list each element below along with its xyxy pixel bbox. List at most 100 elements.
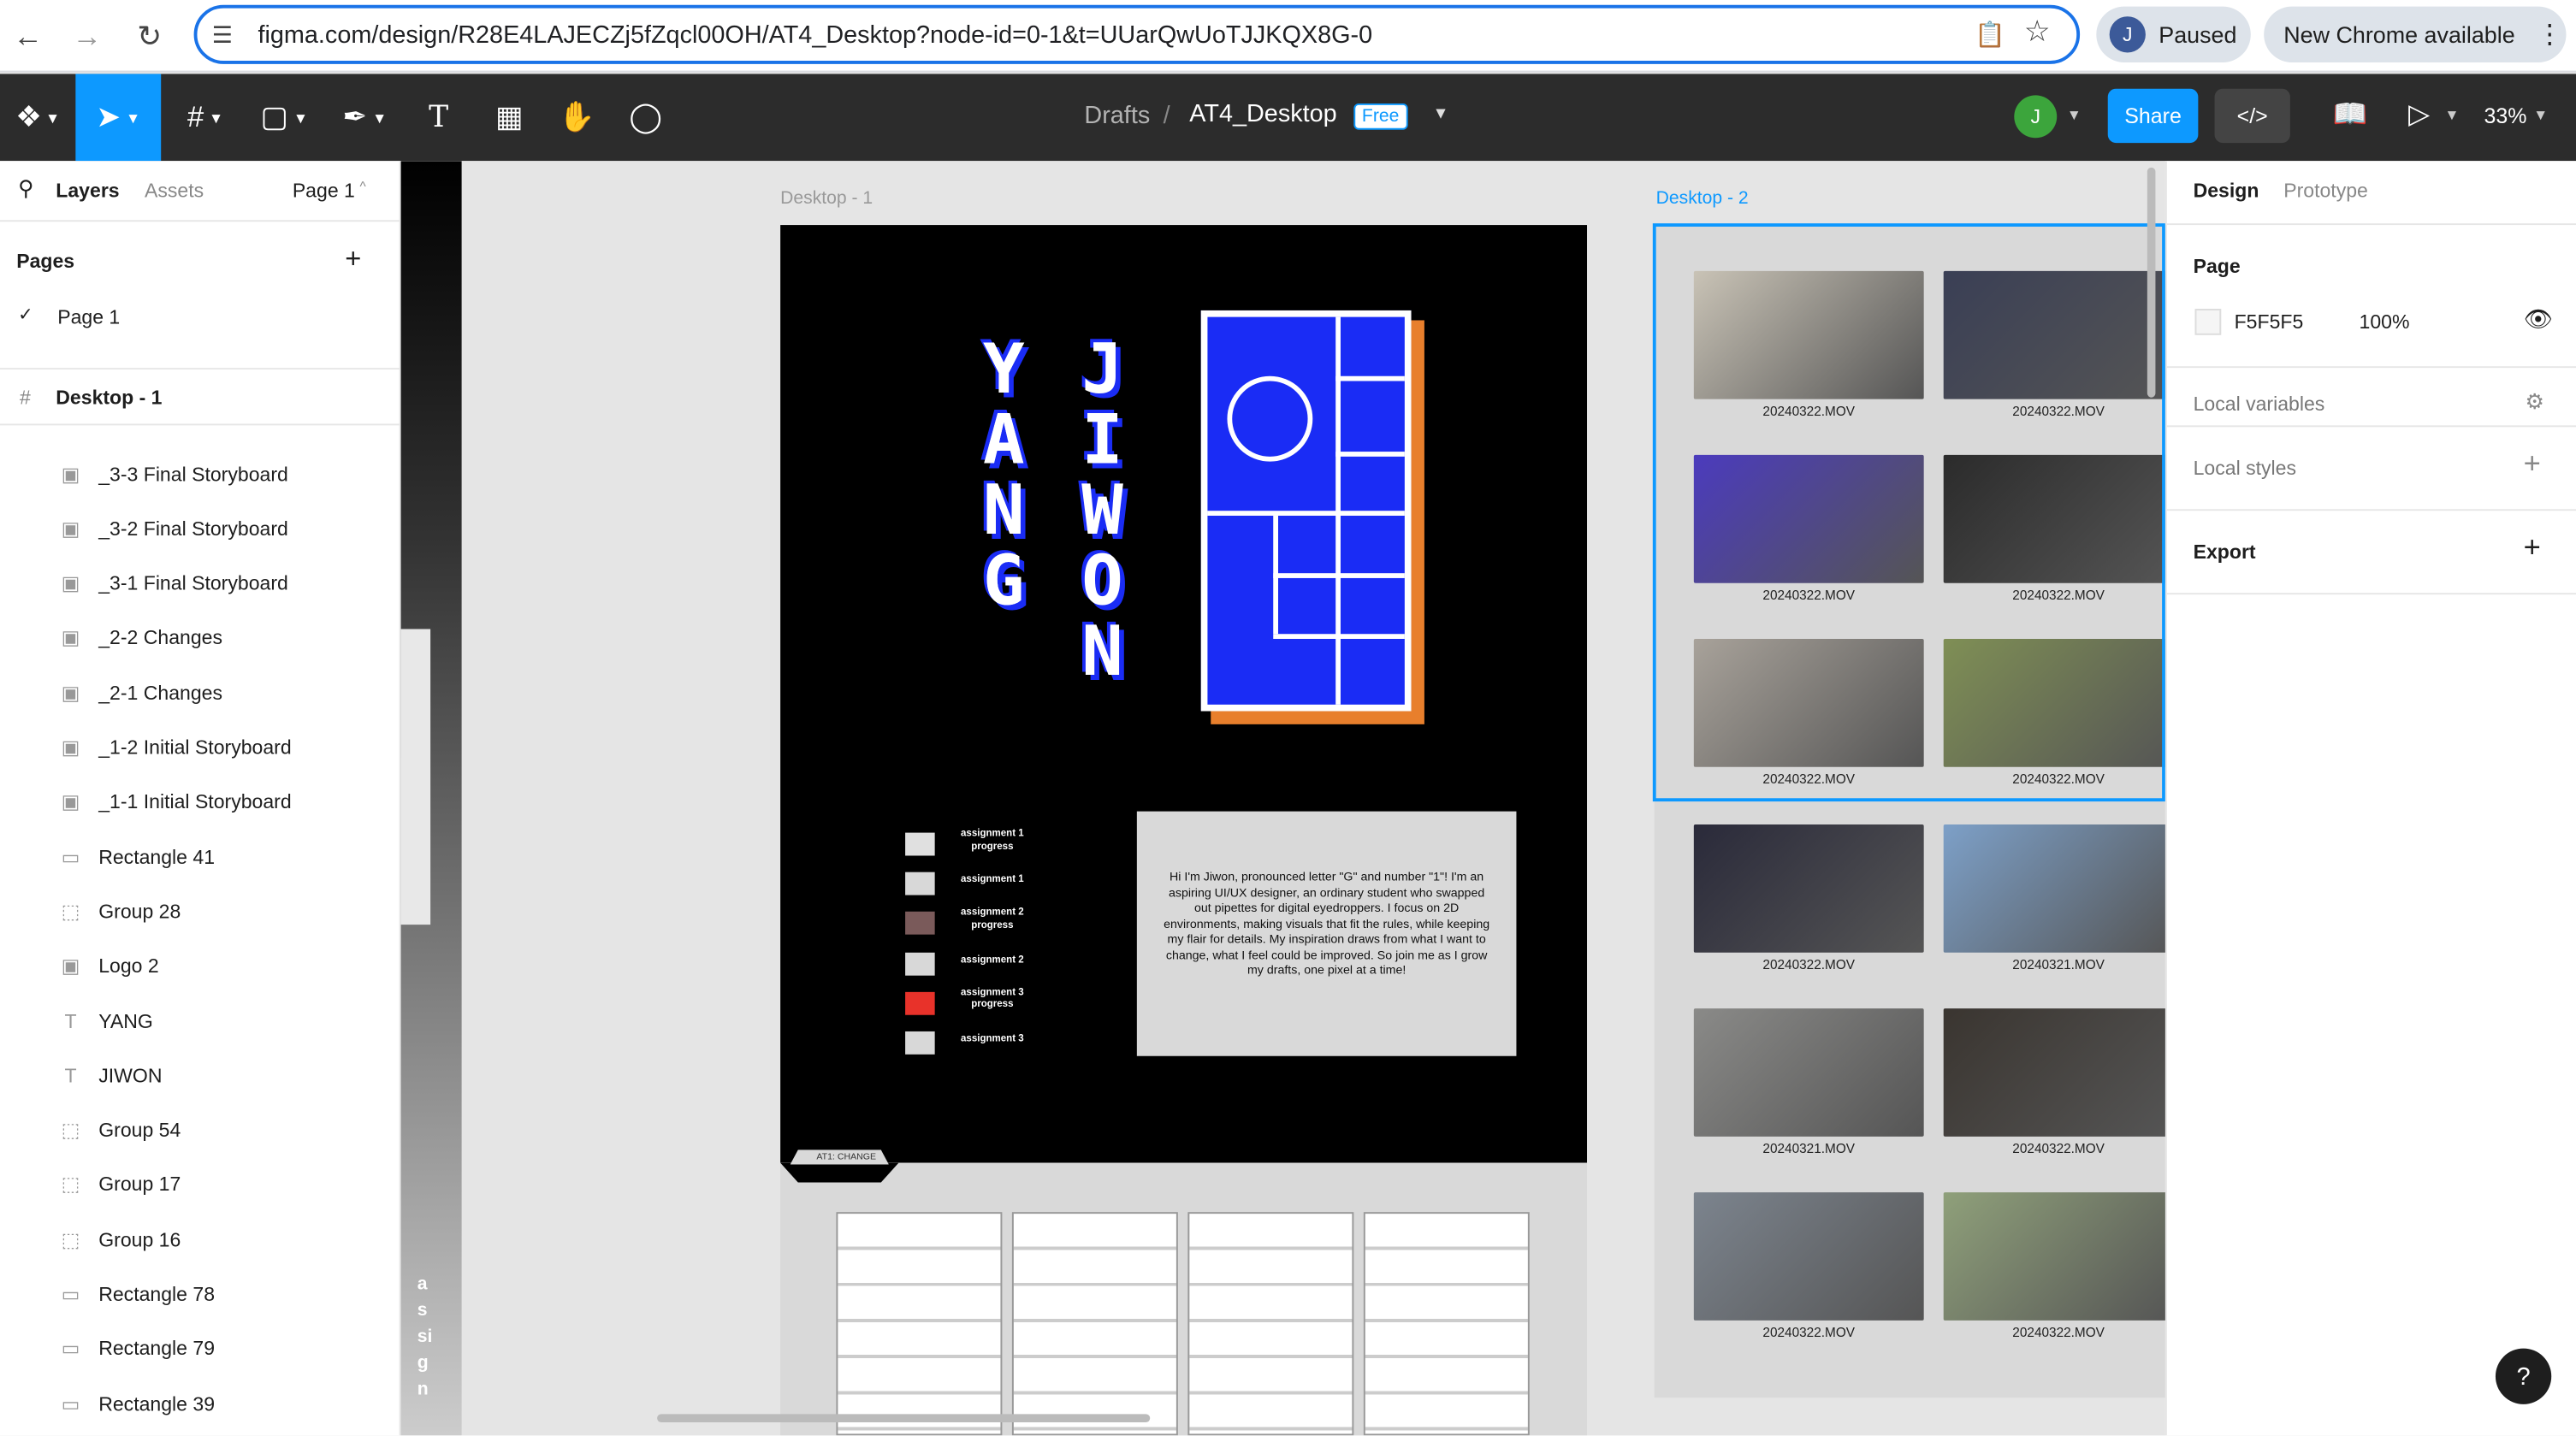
update-label: New Chrome available [2283,21,2515,48]
reload-icon[interactable]: ↻ [128,15,171,57]
tab-layers[interactable]: Layers [56,179,119,202]
layer-item[interactable]: ⬚ Group 28 [0,884,400,938]
page-color-swatch[interactable] [2194,309,2222,335]
shape-tool-icon[interactable]: ▢ ▼ [250,74,319,161]
layer-item[interactable]: ▭ Rectangle 39 [0,1376,400,1430]
frame-tool-icon[interactable]: # ▼ [171,74,240,161]
tab-label: AT1: CHANGE [816,1153,877,1163]
frame-layer-desktop-1[interactable]: Desktop - 1 [56,386,162,409]
layer-label: Group 28 [98,900,181,923]
layer-item[interactable]: ▭ Rectangle 78 [0,1268,400,1321]
video-caption: 20240321.MOV [2012,956,2105,972]
file-name[interactable]: AT4_Desktop [1189,100,1336,128]
page-color-value[interactable]: F5F5F5 [2235,310,2304,334]
layer-item[interactable]: T YANG [0,994,400,1048]
video-thumbnail[interactable] [1693,824,1924,952]
add-page-icon[interactable]: + [345,243,361,275]
breadcrumb-root[interactable]: Drafts [1084,102,1150,130]
figma-menu-icon[interactable]: ❖ ▼ [7,74,69,161]
zoom-level[interactable]: 33% [2484,103,2526,128]
address-bar[interactable]: ☰ figma.com/design/R28E4LAJECZj5fZqcl00O… [193,4,2081,64]
chrome-update-button[interactable]: New Chrome available ⋮ [2264,6,2567,62]
back-icon[interactable]: ← [7,15,50,57]
user-avatar[interactable]: J [2014,95,2058,139]
desktop-1-frame[interactable]: YANG JIWON assignment 1 progress assignme… [780,225,1588,1163]
page-section: Page F5F5F5 100% 👁 Local variables ⚙ [2166,225,2576,428]
rectangle-icon: ▭ [61,1392,80,1415]
page-selector[interactable]: Page 1 [293,179,355,202]
file-menu-chevron-icon[interactable]: ▼ [1433,105,1449,123]
layer-item[interactable]: ⬚ Group 17 [0,1158,400,1212]
page-chevron-icon[interactable]: ^ [360,179,366,193]
layer-item[interactable]: ▣ Logo 2 [0,939,400,993]
hand-tool-icon[interactable]: ✋ [552,74,601,161]
more-vert-icon[interactable]: ⋮ [2537,18,2563,50]
layer-item[interactable]: ▣ _1-2 Initial Storyboard [0,720,400,774]
image-icon: ▣ [61,462,80,486]
layer-label: _1-2 Initial Storyboard [98,736,292,759]
name-yang: YANG [982,328,1025,621]
add-style-icon[interactable]: + [2524,446,2541,481]
video-thumbnail[interactable] [1943,824,2165,952]
forward-icon[interactable]: → [66,15,109,57]
bookmark-star-icon[interactable]: ☆ [2024,15,2051,49]
help-button[interactable]: ? [2495,1348,2552,1404]
search-icon[interactable]: ⚲ [18,175,33,202]
present-icon[interactable]: ▷ [2408,98,2430,131]
tab-assets[interactable]: Assets [145,179,204,202]
layer-item[interactable]: ▣ _3-3 Final Storyboard [0,446,400,500]
layer-label: Logo 2 [98,954,159,978]
bio-text: Hi I'm Jiwon, pronounced letter "G" and … [1136,811,1517,1056]
visibility-eye-icon[interactable]: 👁 [2524,305,2553,334]
layer-item[interactable]: ▣ _2-1 Changes [0,665,400,719]
pen-tool-icon[interactable]: ✒ ▼ [329,74,400,161]
video-thumbnail[interactable] [1693,1192,1924,1321]
local-variables-label[interactable]: Local variables [2194,393,2325,416]
video-thumbnail[interactable] [1693,1008,1924,1137]
assignment-swatch [905,991,935,1015]
video-thumbnail[interactable] [1943,1008,2165,1137]
library-icon[interactable]: 📖 [2333,98,2368,131]
image-icon: ▣ [61,681,80,705]
clipboard-icon[interactable]: 📋 [1975,20,2005,50]
canvas[interactable]: assign Desktop - 1 YANG JIWON assignment… [400,161,2165,1436]
horizontal-scrollbar[interactable] [657,1414,1151,1422]
dev-mode-toggle-icon[interactable]: </> [2214,88,2290,144]
profile-button[interactable]: J Paused [2096,6,2251,62]
layer-item[interactable]: ⬚ Group 16 [0,1213,400,1267]
add-export-icon[interactable]: + [2524,530,2541,564]
move-tool-icon[interactable]: ➤ ▼ [75,74,162,162]
site-info-icon[interactable]: ☰ [212,21,233,50]
present-chevron-icon[interactable]: ▼ [2444,107,2459,123]
layer-label: _3-3 Final Storyboard [98,462,288,486]
frame-label-desktop-2[interactable]: Desktop - 2 [1656,189,1749,209]
storyboard-3[interactable] [1187,1212,1354,1436]
storyboard-4[interactable] [1363,1212,1530,1436]
page-opacity-value[interactable]: 100% [2360,310,2410,334]
multiplayer-chevron-icon[interactable]: ▼ [2067,107,2082,123]
text-tool-icon[interactable]: T [414,74,464,161]
layer-item[interactable]: ▣ _2-2 Changes [0,611,400,665]
layer-item[interactable]: ▣ _3-1 Final Storyboard [0,556,400,610]
layer-item[interactable]: ▭ Rectangle 79 [0,1321,400,1375]
layer-item[interactable]: ▭ Rectangle 41 [0,830,400,883]
page-item-page-1[interactable]: Page 1 [57,305,120,328]
storyboard-1[interactable] [836,1212,1003,1436]
vertical-scrollbar[interactable] [2147,167,2156,398]
comment-tool-icon[interactable]: ◯ [621,74,671,161]
frame-label-desktop-1[interactable]: Desktop - 1 [780,189,873,209]
layer-item[interactable]: ▣ _3-2 Final Storyboard [0,501,400,555]
variables-adjust-icon[interactable]: ⚙ [2526,389,2544,416]
layer-item[interactable]: T JIWON [0,1049,400,1102]
video-thumbnail[interactable] [1943,1192,2165,1321]
layer-label: Rectangle 78 [98,1282,216,1306]
layer-item[interactable]: ⬚ Group 54 [0,1103,400,1157]
zoom-chevron-icon[interactable]: ▼ [2533,107,2548,123]
resources-icon[interactable]: ▦ [483,74,536,161]
layer-label: Rectangle 39 [98,1392,216,1415]
storyboard-2[interactable] [1011,1212,1178,1436]
video-caption: 20240322.MOV [2012,1141,2105,1156]
share-button[interactable]: Share [2107,88,2199,144]
layer-item[interactable]: ▣ _1-1 Initial Storyboard [0,775,400,829]
video-caption: 20240321.MOV [1762,1141,1856,1156]
